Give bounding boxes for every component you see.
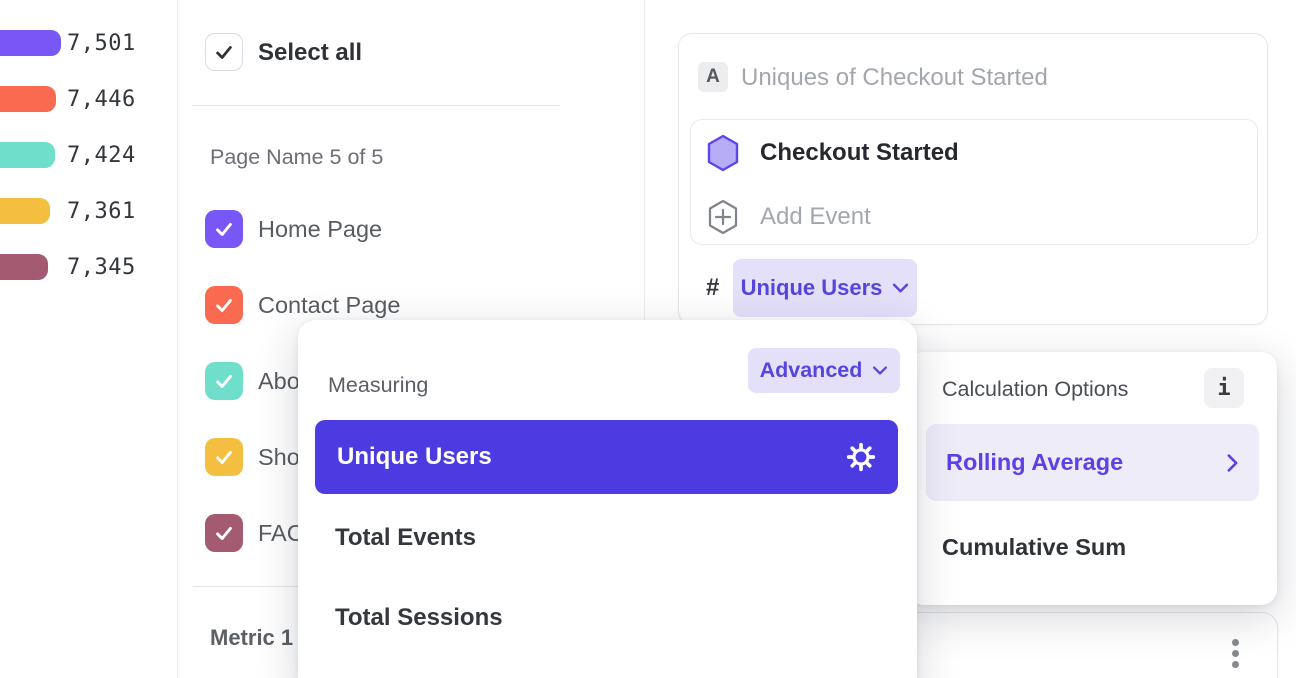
event-name[interactable]: Checkout Started <box>760 139 959 167</box>
measured-as-hash-label: # <box>706 274 719 302</box>
checkmark-icon <box>213 522 235 544</box>
info-glyph: i <box>1217 376 1230 401</box>
measuring-popup: Measuring Advanced Unique Users <box>298 320 917 678</box>
legend-bar-swatch <box>0 86 56 112</box>
legend-value: 7,345 <box>67 254 136 280</box>
add-event-hexagon-icon[interactable] <box>706 198 740 236</box>
measuring-mode-value: Advanced <box>760 358 863 383</box>
select-all-checkbox[interactable] <box>205 33 243 71</box>
legend-bar-swatch <box>0 142 55 168</box>
checkmark-icon <box>213 41 235 63</box>
filter-item-label: Home Page <box>258 216 382 243</box>
metric-label: Metric 1 <box>210 625 293 651</box>
add-event-button[interactable]: Add Event <box>760 203 871 231</box>
filter-item-label: Abo <box>258 368 300 395</box>
menu-item-total-events[interactable]: Total Events <box>335 524 476 552</box>
checkmark-icon <box>213 446 235 468</box>
series-a-badge: A <box>698 62 728 92</box>
checkmark-icon <box>213 370 235 392</box>
gear-icon[interactable] <box>846 442 876 472</box>
measurement-dropdown[interactable]: Unique Users <box>733 259 917 317</box>
measuring-mode-dropdown[interactable]: Advanced <box>748 348 900 393</box>
menu-item-label: Rolling Average <box>946 449 1123 476</box>
filter-item-label: Contact Page <box>258 292 400 319</box>
menu-item-unique-users-selected[interactable]: Unique Users <box>315 420 898 494</box>
group-by-label: Page Name 5 of 5 <box>210 145 383 170</box>
legend-value: 7,424 <box>67 142 136 168</box>
filter-item-label: Sho <box>258 444 300 471</box>
menu-item-label: Unique Users <box>337 443 492 471</box>
legend-bar-swatch <box>0 30 61 56</box>
event-block: Checkout Started Add Event <box>690 119 1258 245</box>
checkbox-faq-page[interactable] <box>205 514 243 552</box>
checkbox-shop-page[interactable] <box>205 438 243 476</box>
analytics-app: 7,501 7,446 7,424 7,361 7,345 Select all <box>0 0 1296 678</box>
chevron-right-icon <box>1226 453 1239 473</box>
menu-item-cumulative-sum[interactable]: Cumulative Sum <box>942 534 1126 561</box>
chevron-down-icon <box>872 365 888 376</box>
menu-item-rolling-average[interactable]: Rolling Average <box>926 424 1259 501</box>
query-builder-card: A Uniques of Checkout Started Checkout S… <box>678 33 1268 325</box>
select-all-label: Select all <box>258 39 362 67</box>
checkbox-about-page[interactable] <box>205 362 243 400</box>
checkmark-icon <box>213 294 235 316</box>
filter-item-label: FAC <box>258 520 304 547</box>
checkbox-home-page[interactable] <box>205 210 243 248</box>
calculation-options-title: Calculation Options <box>942 377 1128 402</box>
menu-item-total-sessions[interactable]: Total Sessions <box>335 604 503 632</box>
legend-value: 7,446 <box>67 86 136 112</box>
measuring-title: Measuring <box>328 373 428 398</box>
legend-bar-swatch <box>0 254 48 280</box>
event-hexagon-icon <box>706 134 740 172</box>
panel-divider-left <box>177 0 178 678</box>
measurement-dropdown-value: Unique Users <box>741 275 883 301</box>
query-name-input[interactable]: Uniques of Checkout Started <box>741 64 1048 92</box>
legend-bar-swatch <box>0 198 50 224</box>
checkbox-contact-page[interactable] <box>205 286 243 324</box>
legend-value: 7,361 <box>67 198 136 224</box>
checkmark-icon <box>213 218 235 240</box>
calculation-options-popup: Calculation Options i Rolling Average Cu… <box>908 352 1277 605</box>
kebab-menu-icon[interactable] <box>1232 639 1239 668</box>
info-icon[interactable]: i <box>1204 368 1244 408</box>
chevron-down-icon <box>892 282 909 294</box>
divider <box>193 105 560 106</box>
legend-value: 7,501 <box>67 30 136 56</box>
